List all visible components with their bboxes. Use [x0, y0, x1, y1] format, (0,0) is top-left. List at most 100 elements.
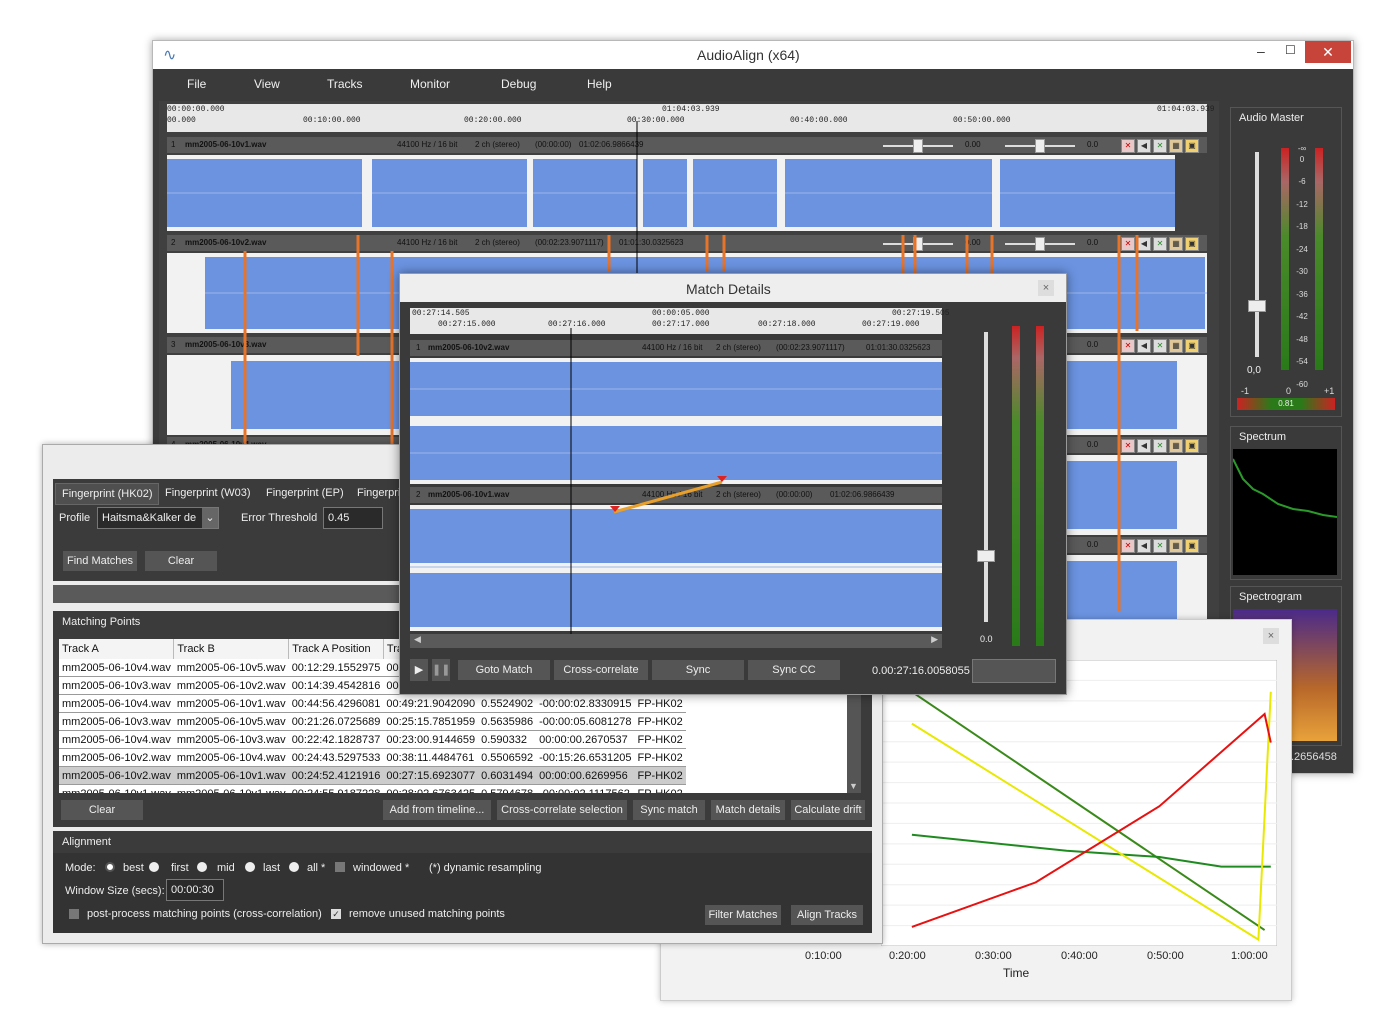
title-bar: ∿ AudioAlign (x64) – ☐ ✕	[153, 41, 1353, 69]
menu-file[interactable]: File	[187, 77, 206, 91]
pause-icon[interactable]: ❚❚	[432, 659, 450, 681]
mode-mid-label: mid	[217, 862, 235, 874]
md-status-box	[972, 659, 1056, 683]
checkbox-remove-unused[interactable]: ✓	[331, 909, 341, 919]
table-row-selected[interactable]: mm2005-06-10v2.wav mm2005-06-10v1.wav 00:2…	[59, 766, 686, 785]
calculate-drift-button[interactable]: Calculate drift	[791, 800, 865, 820]
column-header[interactable]: Track B	[173, 639, 290, 659]
radio-best[interactable]	[105, 862, 115, 872]
md-volume-slider[interactable]	[977, 332, 995, 622]
master-volume-slider[interactable]	[1248, 152, 1266, 357]
add-from-timeline-button[interactable]: Add from timeline...	[383, 800, 491, 820]
master-volume-value: 0,0	[1247, 365, 1261, 376]
radio-first[interactable]	[149, 862, 159, 872]
window-size-input[interactable]: 00:00:30	[166, 879, 224, 901]
cross-correlate-selection-button[interactable]: Cross-correlate selection	[497, 800, 627, 820]
md-level-meter-left	[1012, 326, 1020, 646]
x-axis-label: Time	[1003, 966, 1030, 980]
close-icon[interactable]: ×	[1263, 628, 1279, 644]
x-tick: 0:30:00	[975, 950, 1012, 962]
column-header[interactable]: Track A	[59, 639, 175, 659]
pan-max: +1	[1324, 386, 1335, 396]
md-level-meter-right	[1036, 326, 1044, 646]
match-details-button[interactable]: Match details	[711, 800, 785, 820]
spectrum-graph	[1233, 449, 1337, 575]
mode-last-label: last	[263, 862, 281, 874]
alignment-body: Mode: best first mid last all * windowed…	[53, 853, 872, 933]
tab-fingerprint-ep[interactable]: Fingerprint (EP)	[260, 483, 350, 503]
window-size-label: Window Size (secs):	[65, 885, 165, 897]
table-row[interactable]: mm2005-06-10v4.wav mm2005-06-10v1.wav 00:4…	[59, 694, 686, 713]
matching-points-title: Matching Points	[62, 616, 141, 628]
table-row[interactable]: mm2005-06-10v3.wav mm2005-06-10v5.wav 00:2…	[59, 712, 686, 731]
scroll-right-icon[interactable]: ▶	[931, 634, 938, 645]
table-row[interactable]: mm2005-06-10v2.wav mm2005-06-10v4.wav 00:2…	[59, 748, 686, 767]
match-details-window: Match Details × 00:27:14.505 00:00:05.00…	[399, 273, 1067, 695]
mode-best-label: best	[123, 862, 144, 874]
spectrogram-title: Spectrogram	[1239, 591, 1302, 603]
remove-unused-label: remove unused matching points	[349, 908, 505, 920]
close-icon[interactable]: ×	[1038, 280, 1054, 296]
radio-last[interactable]	[245, 862, 255, 872]
match-details-title-bar: Match Details ×	[400, 274, 1066, 302]
checkbox-windowed[interactable]	[335, 862, 345, 872]
mode-windowed-label: windowed *	[353, 862, 410, 874]
chevron-down-icon: ⌄	[202, 508, 218, 528]
profile-label: Profile	[59, 512, 91, 524]
spectrum-panel: Spectrum	[1230, 426, 1342, 580]
column-header[interactable]: Track A Position	[288, 639, 384, 659]
menu-tracks[interactable]: Tracks	[327, 77, 363, 91]
play-icon[interactable]: ▶	[410, 659, 428, 681]
sync-button[interactable]: Sync	[652, 660, 744, 680]
tab-fingerprint-w03[interactable]: Fingerprint (W03)	[159, 483, 257, 503]
find-matches-button[interactable]: Find Matches	[63, 551, 137, 571]
goto-match-button[interactable]: Goto Match	[458, 660, 550, 680]
x-tick: 0:20:00	[889, 950, 926, 962]
radio-mid[interactable]	[197, 862, 207, 872]
menu-debug[interactable]: Debug	[501, 77, 536, 91]
mode-label: Mode:	[65, 862, 96, 874]
status-value: .2656458	[1291, 751, 1337, 763]
window-title: AudioAlign (x64)	[697, 47, 800, 63]
minimize-icon[interactable]: –	[1257, 43, 1265, 59]
md-volume-panel: 0.0	[960, 308, 1056, 648]
radio-all[interactable]	[289, 862, 299, 872]
profile-select[interactable]: Haitsma&Kalker de ⌄	[97, 507, 219, 529]
error-threshold-input[interactable]: 0.45	[323, 507, 383, 529]
postprocess-label: post-process matching points (cross-corr…	[87, 908, 322, 920]
level-meter-right	[1315, 148, 1323, 370]
table-row[interactable]: mm2005-06-10v1.wavmm2005-06-10v1.wav00:2…	[59, 784, 686, 793]
table-row[interactable]: mm2005-06-10v4.wav mm2005-06-10v3.wav 00:2…	[59, 730, 686, 749]
menu-help[interactable]: Help	[587, 77, 612, 91]
dynamic-note: (*) dynamic resampling	[429, 862, 542, 874]
menu-bar: File View Tracks Monitor Debug Help	[159, 69, 1347, 98]
x-tick: 0:50:00	[1147, 950, 1184, 962]
pan-min: -1	[1241, 386, 1250, 396]
maximize-icon[interactable]: ☐	[1285, 43, 1296, 57]
filter-matches-button[interactable]: Filter Matches	[705, 905, 781, 925]
alignment-panel: Alignment Mode: best first mid last all …	[53, 831, 872, 933]
clear-matches-button[interactable]: Clear	[61, 800, 143, 820]
close-button[interactable]: ✕	[1305, 41, 1351, 63]
audio-master-title: Audio Master	[1239, 112, 1304, 124]
balance-meter: 0.81	[1237, 398, 1335, 410]
cross-correlate-button[interactable]: Cross-correlate	[554, 660, 648, 680]
drift-chart	[881, 660, 1277, 946]
scroll-left-icon[interactable]: ◀	[414, 634, 421, 645]
sync-cc-button[interactable]: Sync CC	[748, 660, 840, 680]
md-volume-value: 0.0	[980, 634, 993, 644]
audio-master-panel: Audio Master 0,0 -∞ 0 -6 -12 -18 -24 -30 -36…	[1230, 107, 1342, 417]
checkbox-postprocess[interactable]	[69, 909, 79, 919]
align-tracks-button[interactable]: Align Tracks	[791, 905, 863, 925]
meter-scale: -∞ 0 -6 -12 -18 -24 -30 -36 -42 -48 -54 -60	[1296, 144, 1308, 389]
clear-button[interactable]: Clear	[145, 551, 217, 571]
md-horizontal-scrollbar[interactable]: ◀ ▶	[410, 634, 942, 648]
menu-view[interactable]: View	[254, 77, 280, 91]
chevron-down-icon[interactable]: ▼	[849, 781, 858, 791]
pan-mid: 0	[1286, 386, 1292, 396]
menu-monitor[interactable]: Monitor	[410, 77, 450, 91]
app-logo-icon: ∿	[163, 47, 177, 64]
error-threshold-label: Error Threshold	[241, 512, 318, 524]
sync-match-button[interactable]: Sync match	[633, 800, 705, 820]
tab-fingerprint-hk02[interactable]: Fingerprint (HK02)	[55, 483, 160, 505]
